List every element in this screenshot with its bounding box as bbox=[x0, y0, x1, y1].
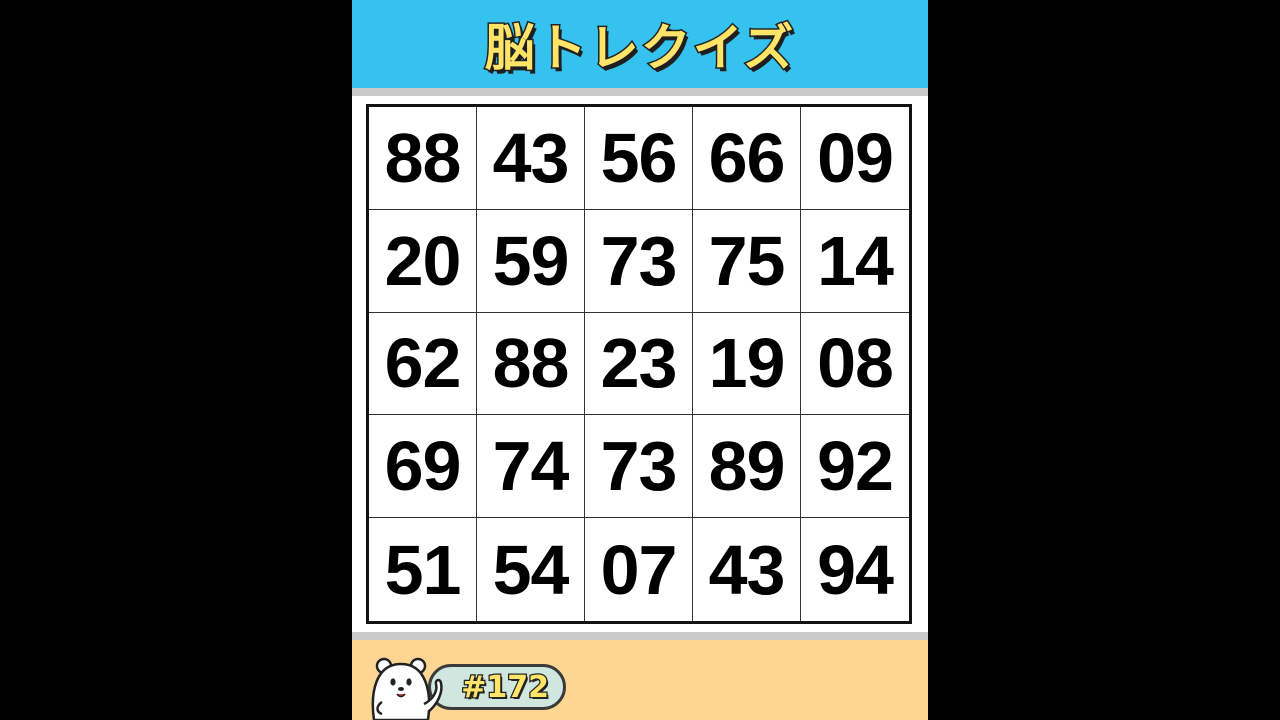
grid-cell: 08 bbox=[801, 313, 909, 416]
grid-cell: 74 bbox=[477, 415, 585, 519]
grid-cell: 69 bbox=[369, 415, 477, 519]
header-divider bbox=[352, 88, 928, 96]
grid-cell: 59 bbox=[477, 209, 585, 313]
grid-cell: 07 bbox=[585, 518, 693, 621]
grid-cell: 94 bbox=[817, 530, 894, 609]
grid-cell: 23 bbox=[585, 312, 693, 416]
grid-cell: 88 bbox=[477, 312, 585, 416]
grid-cell: 62 bbox=[369, 312, 477, 416]
grid-cell: 73 bbox=[585, 415, 693, 519]
grid-cell: 19 bbox=[693, 312, 801, 416]
video-frame: 脳トレクイズ 88 43 56 66 09 20 59 73 75 14 62 88 23 19 08 69 7… bbox=[352, 0, 928, 720]
quiz-title: 脳トレクイズ bbox=[483, 18, 796, 79]
footer-divider bbox=[352, 632, 928, 640]
grid-cell: 43 bbox=[693, 518, 801, 621]
grid-cell: 73 bbox=[585, 209, 693, 313]
grid-cell: 89 bbox=[693, 415, 801, 519]
grid-cell: 43 bbox=[477, 107, 585, 210]
episode-badge: #172 bbox=[428, 664, 566, 710]
grid-cell: 51 bbox=[369, 518, 477, 621]
number-grid: 88 43 56 66 09 20 59 73 75 14 62 88 23 19 08 69 74 73 89 92… bbox=[366, 104, 912, 624]
grid-cell: 66 bbox=[693, 107, 801, 210]
grid-cell: 88 bbox=[369, 107, 477, 210]
title-banner: 脳トレクイズ bbox=[352, 0, 928, 88]
grid-cell: 20 bbox=[369, 209, 477, 313]
grid-cell: 14 bbox=[801, 210, 909, 313]
grid-cell: 92 bbox=[801, 415, 909, 519]
footer-bar: #172 bbox=[352, 640, 928, 720]
grid-cell: 56 bbox=[585, 107, 693, 210]
episode-number: #172 bbox=[460, 668, 550, 706]
grid-cell: 75 bbox=[693, 209, 801, 313]
white-bear-mascot-icon bbox=[371, 657, 443, 720]
puzzle-area: 88 43 56 66 09 20 59 73 75 14 62 88 23 19 08 69 74 73 89 92… bbox=[352, 96, 928, 632]
grid-cell: 09 bbox=[801, 107, 909, 210]
grid-cell: 54 bbox=[477, 518, 585, 621]
